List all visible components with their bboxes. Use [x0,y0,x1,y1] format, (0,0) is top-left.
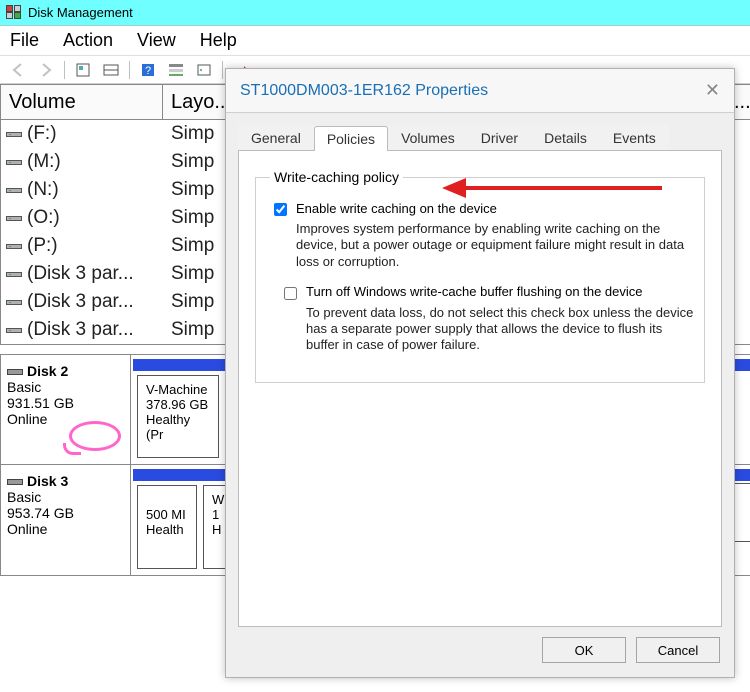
disk-info: Disk 2 Basic 931.51 GB Online [1,355,131,464]
enable-write-caching-desc: Improves system performance by enabling … [296,221,694,270]
tab-body-policies: Write-caching policy Enable write cachin… [238,151,722,627]
volume-name: (O:) [27,207,163,229]
disk-status: Online [7,521,124,537]
toolbar-btn-1[interactable] [71,59,95,81]
dialog-buttons: OK Cancel [226,627,734,677]
volume-name: (Disk 3 par... [27,319,163,341]
annotation-circle-tail [63,443,81,455]
ok-button[interactable]: OK [542,637,626,663]
partition-status: Health [146,522,188,537]
tab-volumes[interactable]: Volumes [388,125,468,150]
partition-box[interactable]: V-Machine 378.96 GB Healthy (Pr [137,375,219,458]
partition-box[interactable]: 500 MI Health [137,485,197,569]
titlebar: Disk Management [0,0,750,26]
toolbar-btn-2[interactable] [99,59,123,81]
toolbar-btn-3[interactable] [164,59,188,81]
enable-write-caching-row[interactable]: Enable write caching on the device [270,201,694,219]
disk-size: 953.74 GB [7,505,124,521]
turn-off-flush-checkbox[interactable] [284,287,297,300]
partition-size: 500 MI [146,507,188,522]
toolbar-btn-4[interactable] [192,59,216,81]
tab-policies[interactable]: Policies [314,126,388,151]
turn-off-flush-desc: To prevent data loss, do not select this… [306,305,694,354]
tab-general[interactable]: General [238,125,314,150]
tabstrip: General Policies Volumes Driver Details … [238,123,722,151]
turn-off-flush-row[interactable]: Turn off Windows write-cache buffer flus… [280,284,694,303]
write-caching-group: Write-caching policy Enable write cachin… [255,169,705,383]
partition-title: V-Machine [146,382,210,397]
disk-mgmt-icon [6,5,22,21]
cancel-button[interactable]: Cancel [636,637,720,663]
back-icon[interactable] [6,59,30,81]
enable-write-caching-label: Enable write caching on the device [296,201,497,216]
partition-status: Healthy (Pr [146,412,210,442]
close-icon[interactable]: ✕ [705,80,720,101]
col-volume[interactable]: Volume [1,85,163,119]
volume-name: (Disk 3 par... [27,291,163,313]
menu-help[interactable]: Help [200,30,237,51]
disk-type: Basic [7,489,124,505]
disk-size: 931.51 GB [7,395,124,411]
tab-driver[interactable]: Driver [468,125,531,150]
svg-text:?: ? [145,65,151,77]
toolbar-separator [64,61,65,79]
tab-events[interactable]: Events [600,125,669,150]
volume-name: (Disk 3 par... [27,263,163,285]
disk-type: Basic [7,379,124,395]
dialog-titlebar[interactable]: ST1000DM003-1ER162 Properties ✕ [226,69,734,113]
forward-icon[interactable] [34,59,58,81]
properties-dialog: ST1000DM003-1ER162 Properties ✕ General … [225,68,735,678]
volume-name: (F:) [27,123,163,145]
menu-file[interactable]: File [10,30,39,51]
disk-icon [7,479,23,485]
partition-size: 378.96 GB [146,397,210,412]
toolbar-separator [129,61,130,79]
volume-name: (M:) [27,151,163,173]
dialog-title: ST1000DM003-1ER162 Properties [240,82,488,100]
disk-name: Disk 3 [27,473,68,489]
window-title: Disk Management [28,5,133,20]
menu-view[interactable]: View [137,30,176,51]
menu-action[interactable]: Action [63,30,113,51]
disk-info: Disk 3 Basic 953.74 GB Online [1,465,131,575]
help-icon[interactable]: ? [136,59,160,81]
volume-name: (N:) [27,179,163,201]
turn-off-flush-label: Turn off Windows write-cache buffer flus… [306,284,643,299]
menubar: File Action View Help [0,26,750,56]
tab-details[interactable]: Details [531,125,600,150]
toolbar-separator [222,61,223,79]
disk-icon [7,369,23,375]
write-caching-legend: Write-caching policy [270,169,403,185]
volume-name: (P:) [27,235,163,257]
disk-name: Disk 2 [27,363,68,379]
enable-write-caching-checkbox[interactable] [274,203,287,216]
